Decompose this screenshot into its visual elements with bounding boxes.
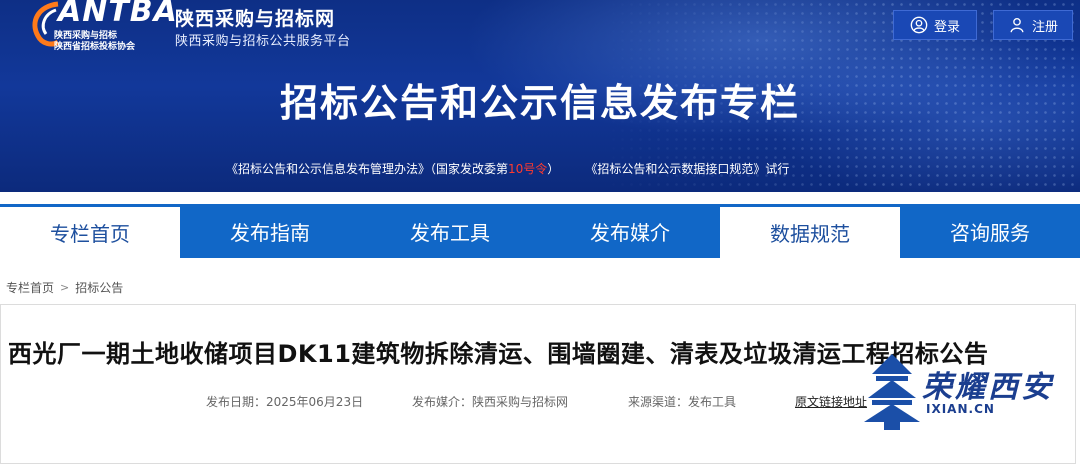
source-channel: 来源渠道：发布工具 <box>628 395 737 409</box>
regulation-number: 10号令 <box>508 162 548 176</box>
breadcrumb-home[interactable]: 专栏首页 <box>6 279 54 296</box>
regulation-close: ） <box>547 162 560 176</box>
person-icon <box>1010 18 1024 33</box>
tab-publish-guide[interactable]: 发布指南 <box>180 204 360 258</box>
regulation-link-2[interactable]: 《招标公告和公示数据接口规范》试行 <box>585 162 789 176</box>
tower-logo-icon <box>864 354 920 430</box>
watermark-text: 荣耀西安 <box>922 370 1054 405</box>
breadcrumb-separator: > <box>60 281 70 294</box>
banner-title: 招标公告和公示信息发布专栏 <box>279 81 800 125</box>
tab-data-spec[interactable]: 数据规范 <box>720 204 900 258</box>
watermark: 荣耀西安 IXIAN.CN <box>862 352 1072 432</box>
regulation-notice: 《招标公告和公示信息发布管理办法》（国家发改委第10号令） 《招标公告和公示数据接… <box>226 160 789 177</box>
main-nav: 专栏首页 发布指南 发布工具 发布媒介 数据规范 咨询服务 <box>0 204 1080 258</box>
logo-wordmark: ANTBA <box>58 0 178 29</box>
user-icon <box>910 16 928 34</box>
tab-publish-tools[interactable]: 发布工具 <box>360 204 540 258</box>
site-name[interactable]: 陕西采购与招标网 <box>175 4 335 31</box>
register-button[interactable]: 注册 <box>993 10 1073 40</box>
header-banner: ANTBA 陕西采购与招标 陕西省招标投标协会 陕西采购与招标网 陕西采购与招标… <box>0 0 1080 192</box>
register-label: 注册 <box>1031 19 1058 35</box>
original-link[interactable]: 原文链接地址 <box>795 393 867 410</box>
tab-publish-media[interactable]: 发布媒介 <box>540 204 720 258</box>
publish-date: 发布日期：2025年06月23日 <box>206 395 364 409</box>
breadcrumb: 专栏首页 > 招标公告 <box>6 279 123 296</box>
breadcrumb-current[interactable]: 招标公告 <box>75 279 123 296</box>
watermark-url: IXIAN.CN <box>926 402 995 416</box>
tab-column-home[interactable]: 专栏首页 <box>0 204 180 258</box>
site-logo[interactable]: ANTBA 陕西采购与招标 陕西省招标投标协会 <box>28 0 177 52</box>
publish-media: 发布媒介：陕西采购与招标网 <box>412 395 569 409</box>
logo-subtitle-2: 陕西省招标投标协会 <box>54 42 136 52</box>
login-label: 登录 <box>933 19 960 35</box>
tab-consulting[interactable]: 咨询服务 <box>900 204 1080 258</box>
regulation-link-1[interactable]: 《招标公告和公示信息发布管理办法》（国家发改委第 <box>226 162 508 176</box>
login-button[interactable]: 登录 <box>893 10 977 40</box>
site-subtitle: 陕西采购与招标公共服务平台 <box>175 34 351 49</box>
